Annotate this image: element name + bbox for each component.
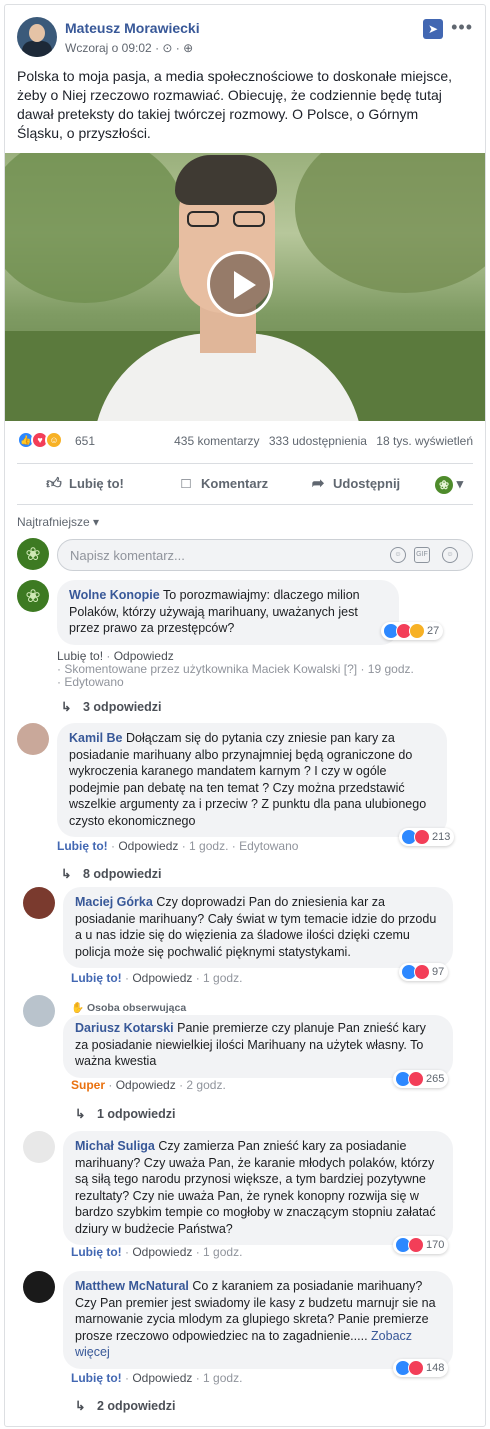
comment-links: Lubię to! · Odpowiedz bbox=[57, 649, 174, 663]
views-count: 18 tys. wyświetleń bbox=[376, 434, 473, 448]
comment-icon: □ bbox=[181, 475, 191, 492]
comment-composer: ❀ Napisz komentarz... ☺ GIF ☺ bbox=[17, 538, 473, 572]
commenter-name[interactable]: Wolne Konopie bbox=[69, 588, 160, 602]
view-replies-link[interactable]: ↳ 2 odpowiedzi bbox=[75, 1398, 175, 1413]
comment-reactions[interactable]: 265 bbox=[393, 1070, 449, 1088]
comment-attribution: · Skomentowane przez użytkownika Maciek … bbox=[57, 662, 414, 676]
comments-count[interactable]: 435 komentarzy bbox=[174, 434, 259, 448]
super-link[interactable]: Super bbox=[71, 1078, 105, 1092]
comment-bubble: Dariusz Kotarski Panie premierze czy pla… bbox=[63, 1015, 453, 1078]
author-avatar[interactable] bbox=[17, 17, 57, 57]
reply-arrow-icon: ↳ bbox=[61, 700, 72, 714]
reply-link[interactable]: Odpowiedz bbox=[132, 1245, 192, 1259]
view-replies-link[interactable]: ↳ 3 odpowiedzi bbox=[61, 699, 161, 714]
comment-links: Lubię to! · Odpowiedz · 1 godz. bbox=[71, 1245, 243, 1259]
comment-reactions[interactable]: 97 bbox=[399, 963, 449, 981]
commenter-avatar[interactable] bbox=[17, 723, 49, 755]
like-link[interactable]: Lubię to! bbox=[71, 1371, 122, 1385]
comment-links: Super · Odpowiedz · 2 godz. bbox=[71, 1078, 226, 1092]
comment-bubble: Maciej Górka Czy doprowadzi Pan do znies… bbox=[63, 887, 453, 968]
post-text: Polska to moja pasja, a media społecznoś… bbox=[17, 68, 453, 141]
like-button[interactable]: 👍︎ Lubię to! bbox=[45, 464, 124, 504]
post-header: Mateusz Morawiecki Wczoraj o 09:02 · ⊙ ·… bbox=[17, 17, 473, 61]
sticker-icon[interactable]: ☺ bbox=[442, 547, 458, 563]
commenter-avatar[interactable] bbox=[23, 1131, 55, 1163]
comment-bubble: Matthew McNatural Co z karaniem za posia… bbox=[63, 1271, 453, 1369]
sort-dropdown[interactable]: Najtrafniejsze ▾ bbox=[17, 515, 99, 529]
comment-links: Lubię to! · Odpowiedz · 1 godz. bbox=[71, 971, 243, 985]
cannabis-leaf-icon: ❀ bbox=[435, 475, 453, 494]
post-card: Mateusz Morawiecki Wczoraj o 09:02 · ⊙ ·… bbox=[4, 4, 486, 1427]
post-meta: Wczoraj o 09:02 · ⊙ · ⊕ bbox=[65, 41, 193, 55]
play-button-icon[interactable] bbox=[207, 251, 273, 317]
comment-reactions[interactable]: 213 bbox=[399, 828, 455, 846]
reply-link[interactable]: Odpowiedz bbox=[114, 649, 174, 663]
comment-bubble: Wolne Konopie To porozmawiajmy: dlaczego… bbox=[57, 580, 399, 645]
commenter-name[interactable]: Dariusz Kotarski bbox=[75, 1021, 174, 1035]
more-options-icon[interactable]: ••• bbox=[451, 17, 473, 38]
commenter-name[interactable]: Michał Suliga bbox=[75, 1139, 155, 1153]
page-selector[interactable]: ❀ ▾ bbox=[435, 464, 463, 504]
video-player[interactable] bbox=[5, 153, 485, 421]
comment-links: Lubię to! · Odpowiedz · 1 godz. · Edytow… bbox=[57, 839, 299, 853]
gif-icon[interactable]: GIF bbox=[414, 547, 430, 563]
commenter-name[interactable]: Kamil Be bbox=[69, 731, 123, 745]
shares-count[interactable]: 333 udostępnienia bbox=[269, 434, 367, 448]
comment-reactions[interactable]: 170 bbox=[393, 1236, 449, 1254]
author-name[interactable]: Mateusz Morawiecki bbox=[65, 20, 200, 36]
comment-input[interactable]: Napisz komentarz... ☺ GIF ☺ bbox=[57, 539, 473, 571]
reply-arrow-icon: ↳ bbox=[61, 867, 72, 881]
pin-icon[interactable]: ➤ bbox=[423, 19, 443, 39]
like-link[interactable]: Lubię to! bbox=[71, 971, 122, 985]
like-link[interactable]: Lubię to! bbox=[71, 1245, 122, 1259]
reply-arrow-icon: ↳ bbox=[75, 1399, 86, 1413]
reactions-count[interactable]: 651 bbox=[75, 434, 95, 448]
reply-link[interactable]: Odpowiedz bbox=[116, 1078, 176, 1092]
comment-links: Lubię to! · Odpowiedz · 1 godz. bbox=[71, 1371, 243, 1385]
follower-badge: ✋ Osoba obserwująca bbox=[71, 1002, 187, 1014]
post-time[interactable]: Wczoraj o 09:02 bbox=[65, 41, 152, 55]
reply-link[interactable]: Odpowiedz bbox=[132, 1371, 192, 1385]
emoji-icon[interactable]: ☺ bbox=[390, 547, 406, 563]
thumbs-up-icon: 👍︎ bbox=[46, 475, 62, 492]
commenter-avatar[interactable] bbox=[23, 887, 55, 919]
post-stats: 👍 ♥ ☺ 651 435 komentarzy 333 udostępnien… bbox=[17, 431, 473, 451]
comment-bubble: Kamil Be Dołączam się do pytania czy zni… bbox=[57, 723, 447, 837]
hand-icon: ✋ bbox=[71, 1002, 85, 1014]
chevron-down-icon: ▾ bbox=[456, 476, 464, 491]
reply-link[interactable]: Odpowiedz bbox=[118, 839, 178, 853]
privacy-globe-icon: · ⊙ · ⊕ bbox=[155, 41, 194, 55]
counts-right: 435 komentarzy 333 udostępnienia 18 tys.… bbox=[168, 434, 473, 448]
commenter-avatar[interactable] bbox=[23, 1271, 55, 1303]
comment-bubble: Michał Suliga Czy zamierza Pan znieść ka… bbox=[63, 1131, 453, 1245]
share-arrow-icon: ➦ bbox=[311, 475, 325, 492]
share-button[interactable]: ➦ Udostępnij bbox=[309, 464, 400, 504]
comment-reactions[interactable]: 27 bbox=[381, 622, 444, 640]
page-avatar: ❀ bbox=[17, 538, 49, 570]
commenter-avatar[interactable]: ❀ bbox=[17, 580, 49, 612]
edited-label: · Edytowano bbox=[57, 675, 124, 689]
view-replies-link[interactable]: ↳ 1 odpowiedzi bbox=[75, 1106, 175, 1121]
reply-link[interactable]: Odpowiedz bbox=[132, 971, 192, 985]
commenter-name[interactable]: Matthew McNatural bbox=[75, 1279, 189, 1293]
like-link[interactable]: Lubię to! bbox=[57, 649, 103, 663]
action-bar: 👍︎ Lubię to! □ Komentarz ➦ Udostępnij ❀ ▾ bbox=[17, 463, 473, 505]
commenter-name[interactable]: Maciej Górka bbox=[75, 895, 153, 909]
comment-reactions[interactable]: 148 bbox=[393, 1359, 449, 1377]
comment-button[interactable]: □ Komentarz bbox=[177, 464, 268, 504]
view-replies-link[interactable]: ↳ 8 odpowiedzi bbox=[61, 866, 161, 881]
reply-arrow-icon: ↳ bbox=[75, 1107, 86, 1121]
commenter-avatar[interactable] bbox=[23, 995, 55, 1027]
like-link[interactable]: Lubię to! bbox=[57, 839, 108, 853]
haha-reaction-icon: ☺ bbox=[45, 431, 63, 449]
